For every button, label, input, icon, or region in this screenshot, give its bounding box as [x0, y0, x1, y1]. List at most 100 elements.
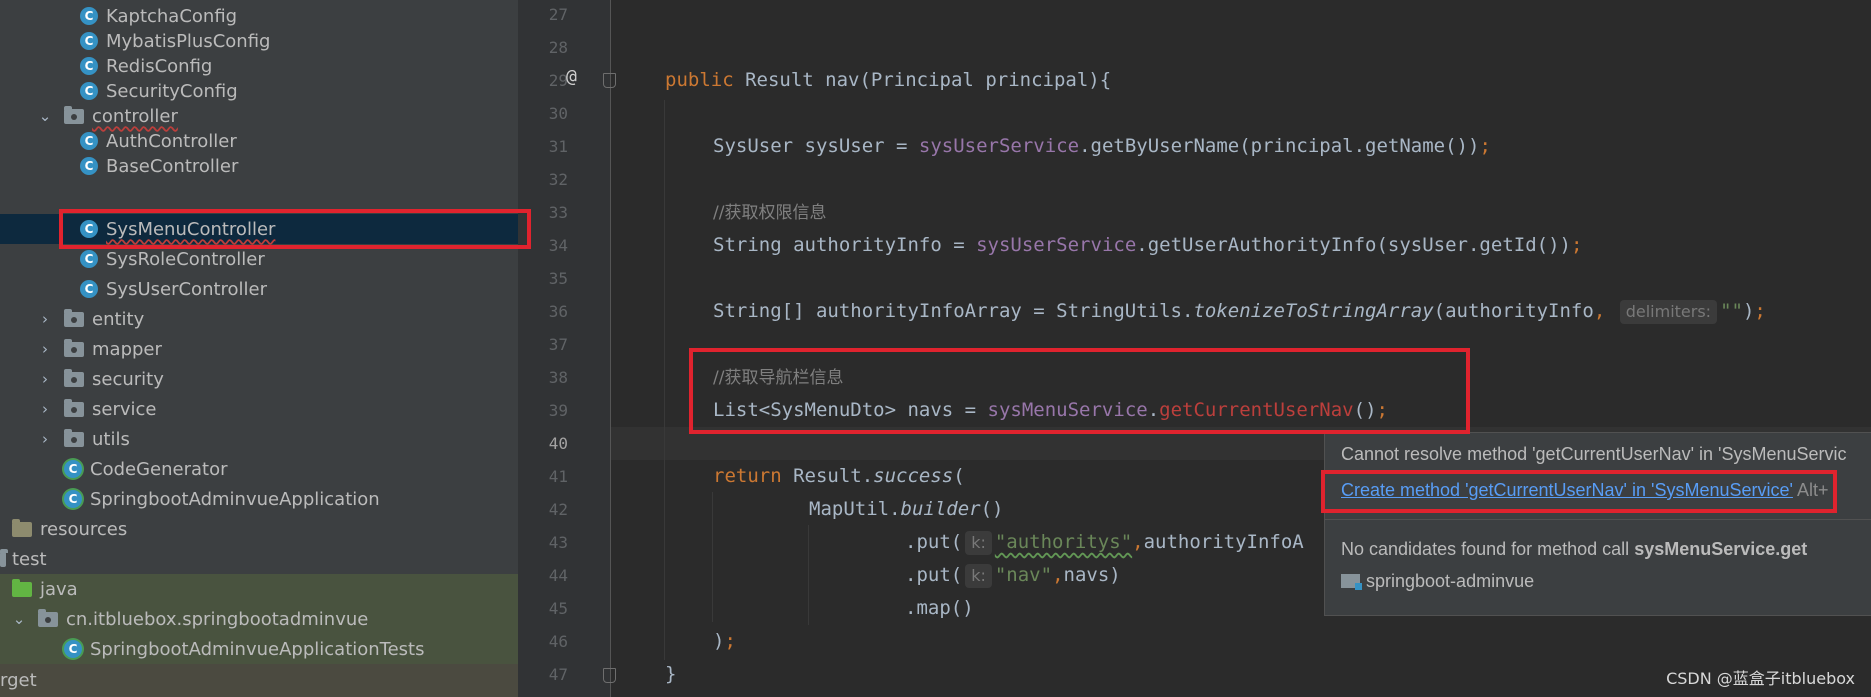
tree-folder-service[interactable]: › service: [0, 394, 518, 424]
fold-icon[interactable]: [603, 668, 616, 683]
tree-item-codegenerator[interactable]: C CodeGenerator: [0, 454, 518, 484]
semicolon: ;: [1479, 135, 1491, 157]
line-number: 38: [548, 368, 568, 387]
code-line-46[interactable]: );: [713, 625, 736, 658]
package-folder-icon: [64, 398, 84, 417]
code-line-33[interactable]: //获取权限信息: [713, 196, 826, 229]
code-text: String[] authorityInfoArray = StringUtil…: [713, 300, 1194, 322]
tree-item-springbootadminvueapplicationtests[interactable]: C SpringbootAdminvueApplicationTests: [0, 634, 518, 664]
keyword: return: [713, 465, 782, 487]
chevron-right-icon[interactable]: ›: [38, 370, 52, 388]
annotation-box-sysmenucontroller: [59, 209, 531, 249]
code-text: (): [980, 498, 1004, 520]
error-message: Cannot resolve method 'getCurrentUserNav…: [1341, 444, 1847, 464]
tree-folder-package[interactable]: ⌄ cn.itbluebox.springbootadminvue: [0, 604, 518, 634]
code-text: SysUser sysUser =: [713, 135, 919, 157]
code-line-43[interactable]: .put(k: "authoritys",authorityInfoA: [905, 526, 1304, 559]
keyword: public: [665, 69, 734, 91]
chevron-right-icon[interactable]: ›: [38, 310, 52, 328]
code-text: (Principal principal){: [859, 69, 1112, 91]
semicolon: ;: [1570, 234, 1583, 256]
module-reference[interactable]: springboot-adminvue: [1341, 571, 1534, 592]
tree-item-basecontroller[interactable]: C BaseController: [0, 151, 518, 181]
module-name: springboot-adminvue: [1366, 571, 1535, 591]
code-line-36[interactable]: String[] authorityInfoArray = StringUtil…: [713, 295, 1766, 328]
comma: ,: [1132, 531, 1144, 553]
tree-item-label: controller: [92, 105, 178, 127]
line-number: 30: [548, 104, 568, 123]
tree-folder-target[interactable]: rget: [0, 664, 518, 697]
runnable-class-icon: C: [64, 460, 82, 478]
string-literal: "authoritys": [994, 531, 1133, 553]
line-number: 35: [548, 269, 568, 288]
code-line-31[interactable]: SysUser sysUser = sysUserService.getByUs…: [713, 130, 1491, 163]
line-number: 43: [548, 533, 568, 552]
annotation-box-code: [689, 348, 1470, 434]
line-number: 36: [548, 302, 568, 321]
class-icon: C: [80, 82, 98, 100]
tree-folder-resources[interactable]: resources: [0, 514, 518, 544]
code-text: ): [713, 630, 725, 652]
chevron-down-icon[interactable]: ⌄: [12, 610, 26, 628]
code-line-41[interactable]: return Result.success(: [713, 460, 965, 493]
chevron-right-icon[interactable]: ›: [38, 340, 52, 358]
method-name: nav: [825, 69, 860, 91]
code-text: authorityInfoA: [1143, 531, 1304, 553]
fold-icon[interactable]: [603, 73, 616, 88]
tree-folder-mapper[interactable]: › mapper: [0, 334, 518, 364]
tree-item-label: RedisConfig: [106, 55, 213, 77]
line-number: 37: [548, 335, 568, 354]
intention-popup: Cannot resolve method 'getCurrentUserNav…: [1324, 432, 1871, 616]
string-literal: "": [1720, 300, 1743, 322]
indent-guide: [712, 492, 713, 622]
package-folder-icon: [64, 368, 84, 387]
package-folder-icon: [64, 308, 84, 327]
tree-item-label: test: [12, 548, 47, 570]
code-line-44[interactable]: .put(k: "nav",navs): [905, 559, 1121, 592]
popup-divider: [1325, 519, 1871, 520]
parameter-hint: k:: [965, 531, 992, 555]
package-folder-icon: [64, 338, 84, 357]
no-candidates-text: No candidates found for method call: [1341, 539, 1635, 559]
class-icon: C: [80, 32, 98, 50]
test-class-icon: C: [64, 640, 82, 658]
code-line-34[interactable]: String authorityInfo = sysUserService.ge…: [713, 229, 1582, 262]
tree-item-label: SysUserController: [106, 278, 268, 300]
chevron-down-icon[interactable]: ⌄: [38, 107, 52, 125]
tree-item-sysusercontroller[interactable]: C SysUserController: [0, 274, 518, 304]
tree-folder-java[interactable]: java: [0, 574, 518, 604]
tree-item-label: MybatisPlusConfig: [106, 30, 271, 52]
tree-item-label: utils: [92, 428, 130, 450]
chevron-right-icon[interactable]: ›: [38, 430, 52, 448]
code-line-29[interactable]: public Result nav(Principal principal){: [665, 64, 1111, 97]
tree-item-label: mapper: [92, 338, 162, 360]
code-text: .put(: [905, 531, 963, 553]
line-number: 45: [548, 599, 568, 618]
tree-folder-test[interactable]: test: [0, 544, 518, 574]
class-icon: C: [80, 7, 98, 25]
tree-item-label: entity: [92, 308, 145, 330]
code-text: (authorityInfo: [1433, 300, 1594, 322]
class-icon: C: [80, 57, 98, 75]
line-number: 32: [548, 170, 568, 189]
parameter-hint: k:: [965, 564, 992, 588]
no-candidates-message: No candidates found for method call sysM…: [1341, 539, 1807, 560]
package-folder-icon: [64, 428, 84, 447]
tree-folder-entity[interactable]: › entity: [0, 304, 518, 334]
override-marker-icon[interactable]: @: [566, 66, 577, 87]
tree-item-springbootadminvueapplication[interactable]: C SpringbootAdminvueApplication: [0, 484, 518, 514]
tree-folder-utils[interactable]: › utils: [0, 424, 518, 454]
chevron-right-icon[interactable]: ›: [38, 400, 52, 418]
code-line-47[interactable]: }: [665, 658, 676, 691]
code-line-42[interactable]: MapUtil.builder(): [809, 493, 1003, 526]
line-number: 29: [548, 71, 568, 90]
tree-folder-security[interactable]: › security: [0, 364, 518, 394]
tree-item-label: SpringbootAdminvueApplicationTests: [90, 638, 425, 660]
code-text: MapUtil.: [809, 498, 901, 520]
line-number: 47: [548, 665, 568, 684]
code-line-45[interactable]: .map(): [905, 592, 974, 625]
code-text: }: [665, 663, 677, 685]
annotation-box-create-method: [1321, 470, 1837, 513]
watermark: CSDN @蓝盒子itbluebox: [1666, 669, 1855, 688]
module-icon: [1341, 574, 1362, 590]
